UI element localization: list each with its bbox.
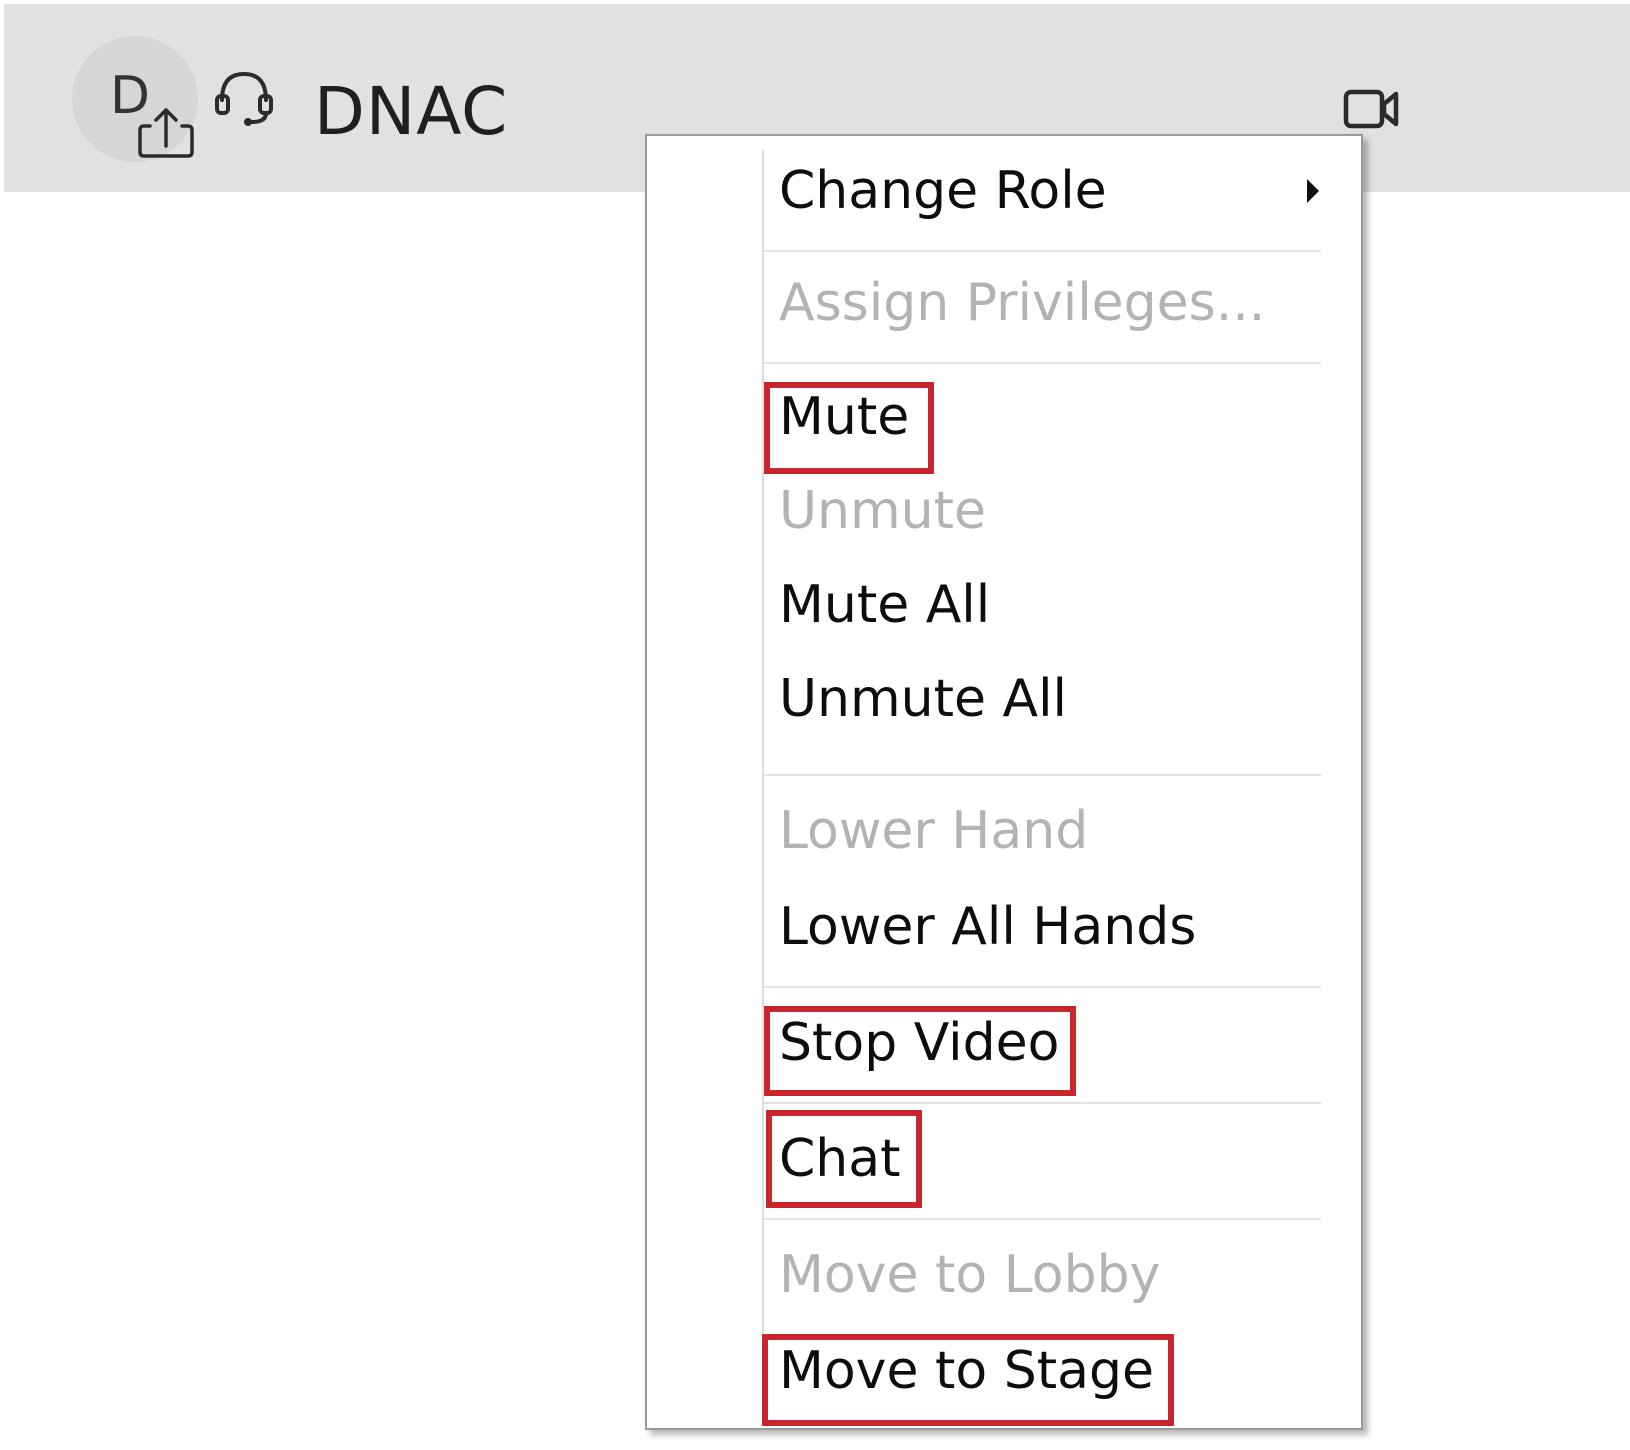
menu-item-unmute-all[interactable]: Unmute All: [647, 652, 1361, 746]
menu-item-label: Unmute All: [779, 669, 1068, 729]
menu-item-label: Lower Hand: [779, 801, 1089, 861]
menu-item-stop-video[interactable]: Stop Video: [647, 996, 1361, 1090]
menu-item-label: Move to Stage: [779, 1341, 1154, 1401]
menu-item-label: Change Role: [779, 161, 1107, 221]
menu-item-move-to-lobby[interactable]: Move to Lobby: [647, 1228, 1361, 1322]
menu-separator: [764, 250, 1321, 252]
menu-item-label: Assign Privileges...: [779, 273, 1266, 333]
menu-item-assign-privileges[interactable]: Assign Privileges...: [647, 256, 1361, 350]
menu-separator: [764, 1102, 1321, 1104]
menu-item-lower-hand[interactable]: Lower Hand: [647, 784, 1361, 878]
menu-item-label: Unmute: [779, 481, 987, 541]
menu-item-label: Stop Video: [779, 1013, 1060, 1073]
menu-item-chat[interactable]: Chat: [647, 1112, 1361, 1206]
menu-item-unmute[interactable]: Unmute: [647, 464, 1361, 558]
menu-item-label: Lower All Hands: [779, 897, 1197, 957]
menu-separator: [764, 362, 1321, 364]
menu-item-label: Mute: [779, 387, 910, 447]
menu-item-change-role[interactable]: Change Role: [647, 144, 1361, 238]
menu-separator: [764, 774, 1321, 776]
menu-separator: [764, 986, 1321, 988]
video-camera-icon[interactable]: [1342, 84, 1400, 134]
menu-item-label: Move to Lobby: [779, 1245, 1161, 1305]
menu-item-move-to-stage[interactable]: Move to Stage: [647, 1324, 1361, 1418]
menu-item-lower-all-hands[interactable]: Lower All Hands: [647, 880, 1361, 974]
screen: D DNAC Change Role Assign Privileges... …: [0, 0, 1630, 1450]
menu-item-mute[interactable]: Mute: [647, 370, 1361, 464]
participant-context-menu: Change Role Assign Privileges... Mute Un…: [645, 134, 1363, 1430]
chevron-right-icon: [1307, 179, 1319, 203]
menu-separator: [764, 1218, 1321, 1220]
participant-name: DNAC: [314, 73, 509, 150]
share-screen-icon: [138, 108, 194, 158]
menu-item-mute-all[interactable]: Mute All: [647, 558, 1361, 652]
menu-item-label: Chat: [779, 1129, 901, 1189]
menu-item-label: Mute All: [779, 575, 991, 635]
headset-icon: [215, 71, 273, 126]
